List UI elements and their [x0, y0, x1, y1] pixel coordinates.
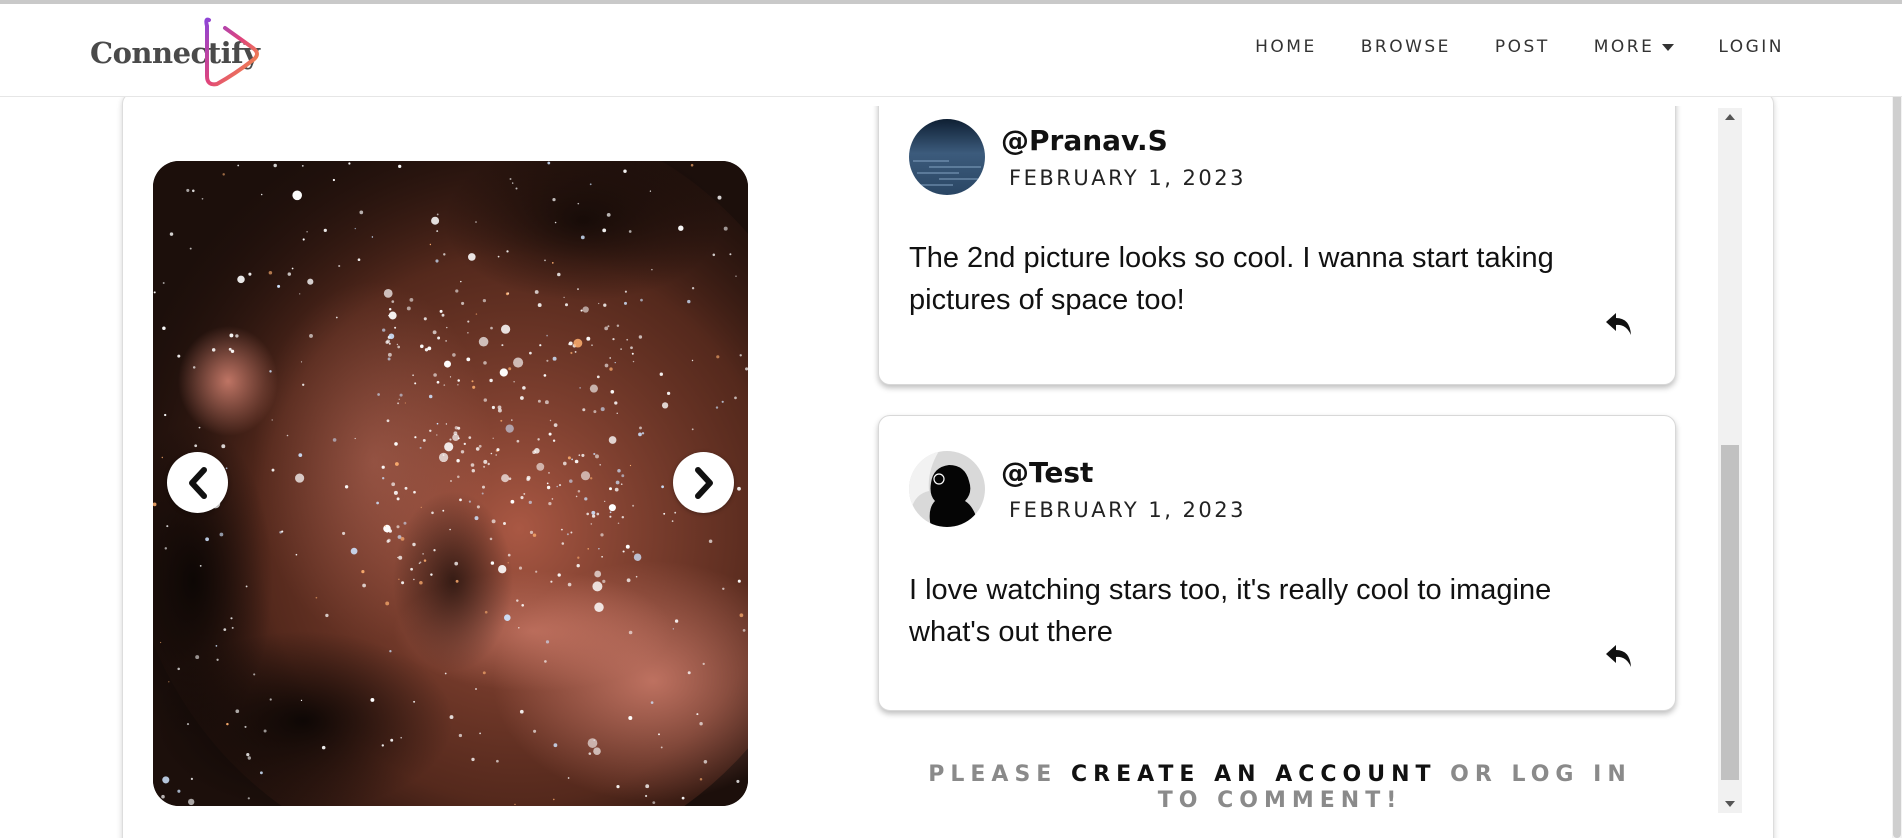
nav-links: HOME BROWSE POST MORE LOGIN: [1211, 37, 1784, 57]
login-prompt-before: PLEASE: [928, 762, 1071, 787]
avatar-silhouette-image: [909, 451, 985, 527]
arrow-down-icon: [1725, 801, 1735, 807]
login-prompt: PLEASE CREATE AN ACCOUNT OR LOG IN TO CO…: [920, 762, 1640, 814]
comments-scrollbar[interactable]: [1718, 108, 1742, 813]
reply-icon: [1606, 313, 1631, 335]
brand-logo[interactable]: Connectify: [90, 14, 270, 92]
avatar[interactable]: [909, 451, 985, 527]
carousel-image: [153, 161, 748, 806]
comment-date: FEBRUARY 1, 2023: [1009, 166, 1246, 190]
scroll-up-button[interactable]: [1718, 108, 1742, 126]
carousel-prev-button[interactable]: [167, 452, 228, 513]
nav-post[interactable]: POST: [1495, 37, 1550, 57]
caret-down-icon: [1662, 43, 1675, 51]
nav-home[interactable]: HOME: [1255, 37, 1317, 57]
comment-date: FEBRUARY 1, 2023: [1009, 498, 1246, 522]
reply-button[interactable]: [1605, 643, 1633, 673]
scroll-down-button[interactable]: [1718, 795, 1742, 813]
page-scrollbar[interactable]: [1892, 0, 1902, 838]
arrow-up-icon: [1725, 114, 1735, 120]
top-navbar: Connectify HOME BROWSE POST MORE LOGIN: [0, 0, 1902, 97]
reply-icon: [1606, 645, 1631, 667]
nav-more-label: MORE: [1593, 37, 1655, 57]
image-carousel: [153, 161, 748, 806]
page-scrollbar-thumb[interactable]: [1893, 0, 1901, 838]
nav-more-dropdown[interactable]: MORE: [1594, 37, 1675, 57]
nav-login[interactable]: LOGIN: [1718, 37, 1784, 57]
avatar-water-image: [909, 119, 985, 195]
avatar[interactable]: [909, 119, 985, 195]
chevron-left-icon: [188, 466, 207, 499]
create-account-link[interactable]: CREATE AN ACCOUNT: [1071, 762, 1437, 787]
chevron-right-icon: [694, 466, 713, 499]
comment-username[interactable]: @Pranav.S: [1001, 124, 1168, 157]
comment-card: @Pranav.S FEBRUARY 1, 2023 The 2nd pictu…: [878, 106, 1676, 385]
comment-text: I love watching stars too, it's really c…: [909, 574, 1552, 648]
carousel-next-button[interactable]: [673, 452, 734, 513]
comment-username[interactable]: @Test: [1001, 456, 1093, 489]
logo-play-icon: [204, 17, 259, 87]
nav-browse[interactable]: BROWSE: [1361, 37, 1451, 57]
reply-button[interactable]: [1605, 311, 1633, 341]
comments-list[interactable]: @Pranav.S FEBRUARY 1, 2023 The 2nd pictu…: [870, 106, 1746, 812]
comment-card: @Test FEBRUARY 1, 2023 I love watching s…: [878, 415, 1676, 711]
comment-text: The 2nd picture looks so cool. I wanna s…: [909, 242, 1554, 316]
comments-scrollbar-thumb[interactable]: [1721, 445, 1739, 780]
